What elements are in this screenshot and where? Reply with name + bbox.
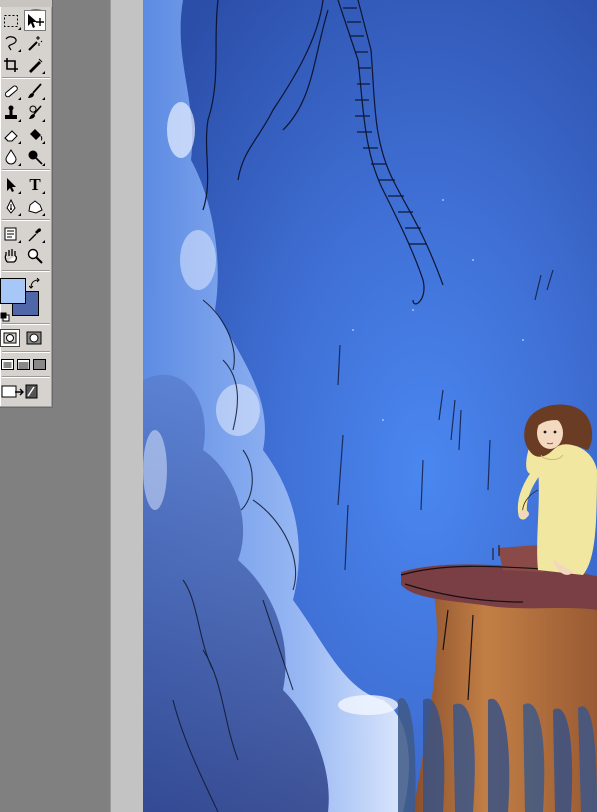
slice-icon[interactable] bbox=[24, 54, 46, 75]
shape-icon[interactable] bbox=[24, 196, 46, 217]
toolbox-separator bbox=[2, 169, 50, 171]
lasso-icon[interactable] bbox=[0, 32, 22, 53]
bandage-icon[interactable] bbox=[0, 80, 22, 101]
jump-to-imageready-icon[interactable] bbox=[0, 381, 40, 403]
toolbox-panel: T bbox=[0, 0, 53, 408]
zoom-icon[interactable] bbox=[24, 245, 46, 266]
toolbox-separator bbox=[2, 351, 50, 353]
standard-screen-mode-icon[interactable] bbox=[0, 356, 15, 372]
arrow-icon[interactable] bbox=[0, 174, 22, 195]
document-window-frame bbox=[110, 0, 144, 812]
hand-icon[interactable] bbox=[0, 245, 22, 266]
type-icon[interactable]: T bbox=[24, 174, 46, 195]
toolbox-separator bbox=[2, 376, 50, 378]
paint-bucket-icon[interactable] bbox=[24, 124, 46, 145]
toolbox-separator bbox=[2, 323, 50, 325]
history-brush-icon[interactable] bbox=[24, 102, 46, 123]
magic-wand-icon[interactable] bbox=[24, 32, 46, 53]
eyedropper-icon[interactable] bbox=[24, 223, 46, 244]
toolbox-separator bbox=[2, 270, 50, 272]
type-glyph: T bbox=[29, 175, 41, 194]
marquee-icon[interactable] bbox=[0, 10, 22, 31]
default-colors-icon[interactable] bbox=[0, 307, 10, 322]
stamp-icon[interactable] bbox=[0, 102, 22, 123]
document-canvas[interactable] bbox=[143, 0, 597, 812]
foreground-color-swatch[interactable] bbox=[0, 278, 26, 304]
swap-colors-icon[interactable] bbox=[28, 275, 41, 289]
eraser-icon[interactable] bbox=[0, 124, 22, 145]
crop-icon[interactable] bbox=[0, 54, 22, 75]
quick-mask-mode-icon[interactable] bbox=[24, 329, 44, 347]
dodge-icon[interactable] bbox=[24, 146, 46, 167]
full-screen-mode-icon[interactable] bbox=[32, 356, 47, 372]
toolbox-separator bbox=[2, 219, 50, 221]
full-screen-menu-mode-icon[interactable] bbox=[16, 356, 31, 372]
standard-mode-icon[interactable] bbox=[0, 329, 20, 347]
brush-icon[interactable] bbox=[24, 80, 46, 101]
move-icon[interactable] bbox=[24, 10, 46, 31]
pen-icon[interactable] bbox=[0, 196, 22, 217]
toolbox-separator bbox=[2, 77, 50, 79]
notes-icon[interactable] bbox=[0, 223, 22, 244]
toolbox-header[interactable] bbox=[0, 0, 52, 15]
blur-drop-icon[interactable] bbox=[0, 146, 22, 167]
